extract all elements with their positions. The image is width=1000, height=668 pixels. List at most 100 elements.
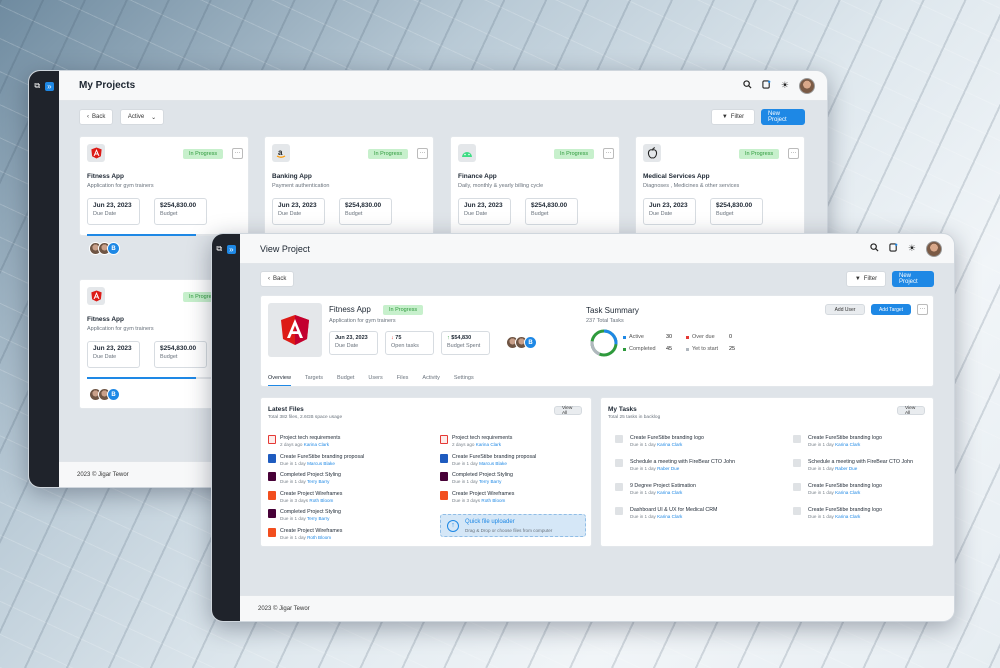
svg-text:a: a [278,148,283,157]
project-card[interactable]: a In Progress ··· Banking App Payment authen… [264,136,434,236]
task-name: Create FureStibe branding logo [808,483,882,489]
file-owner: Karina Clark [303,442,330,447]
task-item[interactable]: Create FureStibe branding logo Due in 1 d… [793,483,882,496]
tab-targets[interactable]: Targets [305,371,323,386]
task-owner: Karina Clark [657,490,683,495]
file-item[interactable]: Completed Project Styling Due in 1 day Te… [268,472,341,485]
file-item[interactable]: Create Project Wireframes Due in 3 days R… [268,490,342,504]
quick-file-uploader[interactable]: ↑ Quick file uploader Drag & Drop or cho… [440,514,586,537]
status-badge: In Progress [183,149,224,159]
chevron-down-icon: ⌄ [151,114,157,121]
view-all-files-button[interactable]: View All [554,406,582,416]
more-options-icon[interactable]: ··· [232,148,243,159]
add-user-button[interactable]: Add User [825,304,865,315]
project-card[interactable]: In Progress ··· Finance App Daily, monthly … [450,136,620,236]
edit-icon[interactable] [889,243,898,254]
expand-icon[interactable]: » [227,244,236,254]
project-card[interactable]: In Progress ··· Fitness App Application for… [79,136,249,255]
member-avatars[interactable]: B [89,388,120,401]
avatar[interactable] [926,240,942,257]
new-project-button[interactable]: New Project [892,271,934,287]
due-date-value: Jun 23, 2023 [93,345,132,352]
file-item[interactable]: Create Project Wireframes Due in 3 days R… [440,490,514,504]
view-all-tasks-button[interactable]: View All [897,406,925,416]
back-button[interactable]: ‹ Back [260,271,295,287]
figma-file-icon [440,490,448,500]
file-item[interactable]: Completed Project Styling Due in 1 day Te… [440,472,513,485]
tab-activity[interactable]: Activity [422,371,439,386]
budget-box: $254,830.00 Budget [525,198,578,225]
project-card[interactable]: In Progress ··· Medical Services App Diagno… [635,136,805,236]
status-select[interactable]: Active ⌄ [120,109,164,125]
new-project-button[interactable]: New Project [761,109,805,125]
theme-icon[interactable]: ☀ [781,80,789,91]
window-icon[interactable]: ⧉ [216,244,222,254]
budget-value: $254,830.00 [531,202,568,209]
member-avatars[interactable]: B [506,336,537,349]
due-date-box: Jun 23, 2023 Due Date [272,198,325,225]
member-avatars[interactable]: B [89,242,120,255]
task-checkbox[interactable] [793,459,801,467]
tab-settings[interactable]: Settings [454,371,474,386]
task-checkbox[interactable] [615,435,623,443]
back-button[interactable]: ‹ Back [79,109,114,125]
task-item[interactable]: Schedule a meeting with FireBear CTO Joh… [615,459,735,472]
filter-icon: ▼ [721,114,728,120]
search-icon[interactable] [870,243,879,254]
tab-budget[interactable]: Budget [337,371,354,386]
file-text: Project tech requirements 2 days ago Kari… [452,435,512,448]
task-item[interactable]: Create FureStibe branding logo Due in 1 d… [793,435,882,448]
more-options-icon[interactable]: ··· [603,148,614,159]
project-name: Fitness App [329,305,371,314]
task-checkbox[interactable] [615,483,623,491]
task-meta: Due in 1 day Karina Clark [630,490,696,496]
topbar: My Projects ☀ [59,71,827,101]
task-checkbox[interactable] [793,507,801,515]
angular-icon [87,287,105,305]
task-item[interactable]: 9 Degree Project Estimation Due in 1 day … [615,483,696,496]
file-item[interactable]: Create FureStibe branding proposal Due in… [268,453,364,467]
more-options-icon[interactable]: ··· [917,304,928,315]
legend-swatch [623,335,626,339]
file-text: Project tech requirements 2 days ago Kari… [280,435,340,448]
add-target-button[interactable]: Add Target [871,304,911,315]
project-description: Application for gym trainers [87,326,154,332]
more-options-icon[interactable]: ··· [417,148,428,159]
task-due: Due in 1 day [808,490,834,495]
task-checkbox[interactable] [615,507,623,515]
theme-icon[interactable]: ☀ [908,243,916,254]
tab-overview[interactable]: Overview [268,371,291,386]
file-meta: Due in 1 day Terry Barry [280,516,341,522]
tab-users[interactable]: Users [368,371,382,386]
tab-files[interactable]: Files [397,371,409,386]
file-item[interactable]: Project tech requirements 2 days ago Kari… [268,435,340,448]
task-checkbox[interactable] [793,483,801,491]
task-checkbox[interactable] [793,435,801,443]
filter-button[interactable]: ▼ Filter [711,109,755,125]
project-name: Fitness App [87,173,124,180]
task-item[interactable]: Schedule a meeting with FireBear CTO Joh… [793,459,913,472]
file-item[interactable]: Project tech requirements 2 days ago Kari… [440,435,512,448]
more-options-icon[interactable]: ··· [788,148,799,159]
task-checkbox[interactable] [615,459,623,467]
avatar[interactable]: B [524,336,537,349]
file-item[interactable]: Completed Project Styling Due in 1 day Te… [268,509,341,522]
status-badge: In Progress [554,149,595,159]
search-icon[interactable] [743,80,752,91]
edit-icon[interactable] [762,80,771,91]
file-date: Due in 1 day [280,516,306,521]
filter-button[interactable]: ▼ Filter [846,271,886,287]
file-text: Create FureStibe branding proposal Due in… [280,454,364,467]
project-description: Payment authentication [272,183,330,189]
window-icon[interactable]: ⧉ [34,81,40,91]
avatar[interactable] [799,77,815,94]
file-date: Due in 3 days [280,497,309,503]
file-date: Due in 1 day [280,460,306,466]
expand-icon[interactable]: » [45,81,54,91]
file-item[interactable]: Create FureStibe branding proposal Due in… [440,453,536,467]
file-meta: Due in 3 days Roth Bloom [452,498,514,504]
task-item[interactable]: Create FureStibe branding logo Due in 1 d… [615,435,704,448]
task-item[interactable]: Dashboard UI & UX for Medical CRM Due in … [615,507,717,520]
task-item[interactable]: Create FureStibe branding logo Due in 1 d… [793,507,882,520]
file-item[interactable]: Create Project Wireframes Due in 1 day Ro… [268,527,342,541]
